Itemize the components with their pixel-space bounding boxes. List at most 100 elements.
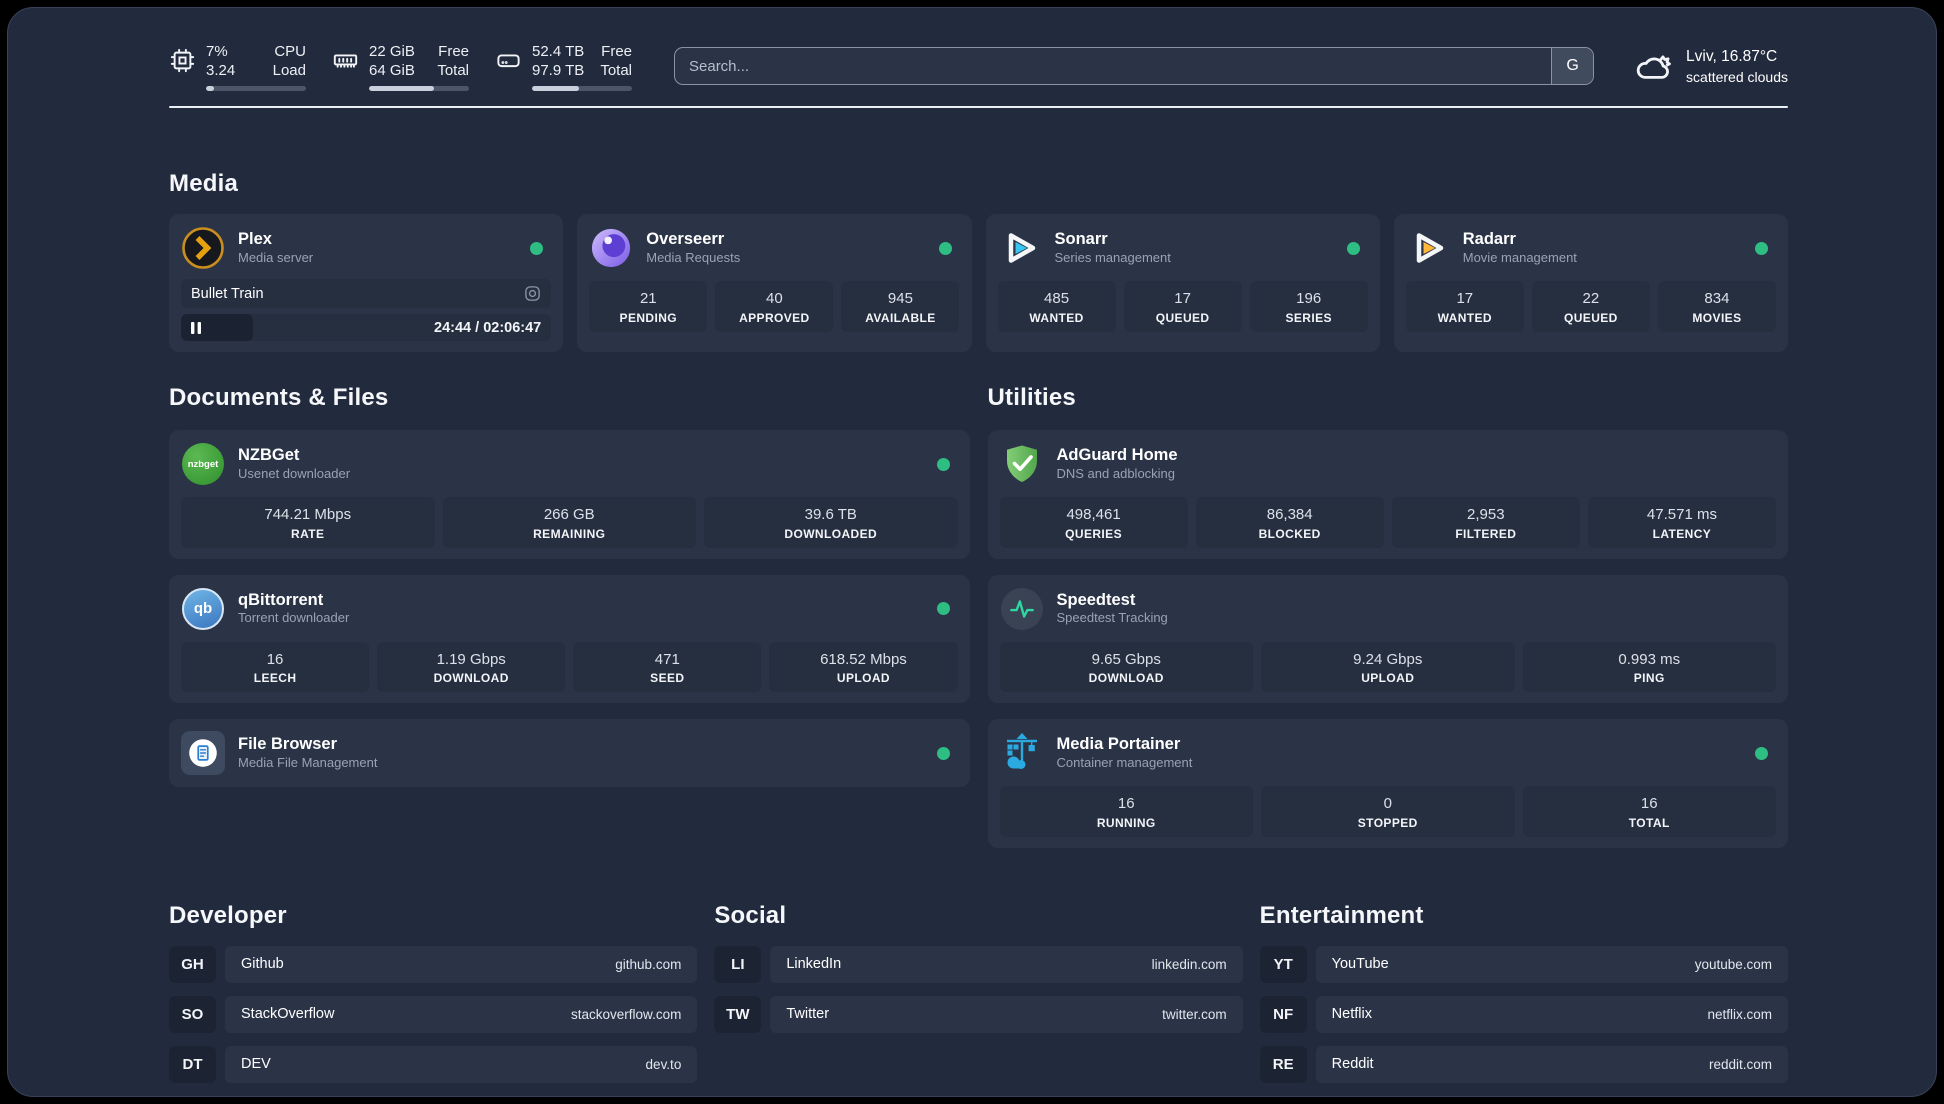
stat-value: 9.65 Gbps [1091, 650, 1161, 668]
adguard-logo [1000, 442, 1044, 486]
stat-box: 266 GB REMAINING [442, 497, 696, 548]
app-subtitle: Media Requests [646, 249, 741, 265]
link-twitter[interactable]: TW Twitter twitter.com [714, 995, 1243, 1033]
status-indicator [938, 241, 952, 255]
link-dev[interactable]: DT DEV dev.to [169, 1045, 698, 1083]
weather-condition: scattered clouds [1686, 68, 1788, 85]
link-name: Twitter [786, 1006, 830, 1022]
portainer-logo [1000, 731, 1044, 775]
plex-card[interactable]: Plex Media server Bullet Train 24:44 / 0… [169, 214, 564, 352]
section-title-developer: Developer [169, 901, 287, 929]
stat-box: 9.24 Gbps UPLOAD [1261, 641, 1515, 692]
stat-label: STOPPED [1357, 815, 1418, 830]
radarr-logo [1406, 226, 1450, 270]
stat-value: 9.24 Gbps [1353, 650, 1423, 668]
stat-box: 498,461 QUERIES [999, 497, 1188, 548]
disk-icon [497, 53, 520, 67]
stat-box: 16 RUNNING [999, 786, 1253, 837]
adguard-card[interactable]: AdGuard Home DNS and adblocking 498,461 Q… [987, 430, 1788, 559]
section-title-media: Media [169, 170, 239, 197]
section-title-documents: Documents & Files [169, 384, 389, 411]
stat-box: 22 QUEUED [1531, 281, 1650, 332]
stat-label: QUEUED [1155, 310, 1210, 325]
overseerr-card[interactable]: Overseerr Media Requests 21 PENDING 40 APP… [577, 214, 972, 352]
app-title: Speedtest [1056, 590, 1136, 609]
stat-box: 2,953 FILTERED [1391, 497, 1580, 548]
disk-progress-bar [532, 85, 632, 91]
stat-value: 266 GB [543, 506, 595, 523]
link-domain: dev.to [645, 1056, 682, 1072]
filebrowser-card[interactable]: File Browser Media File Management [169, 719, 970, 787]
sonarr-card[interactable]: Sonarr Series management 485 WANTED 17 QUE… [985, 214, 1380, 352]
stat-label: QUEUED [1563, 310, 1618, 325]
stat-box: 618.52 Mbps UPLOAD [769, 641, 958, 692]
stat-label: DOWNLOADED [784, 526, 878, 541]
portainer-card[interactable]: Media Portainer Container management 16 R… [987, 719, 1788, 848]
stat-box: 86,384 BLOCKED [1195, 497, 1384, 548]
status-indicator [1755, 241, 1768, 255]
cpu-usage-label: CPU [274, 42, 306, 60]
app-subtitle: Series management [1054, 249, 1171, 265]
link-domain: linkedin.com [1151, 956, 1227, 972]
cpu-icon [170, 48, 195, 72]
status-indicator [936, 746, 950, 760]
app-title: AdGuard Home [1056, 446, 1178, 465]
stat-box: 40 APPROVED [715, 281, 834, 332]
nzbget-card[interactable]: nzbget NZBGet Usenet downloader 744.21 M… [169, 430, 970, 559]
memory-progress-bar [369, 85, 469, 91]
stat-label: RATE [291, 526, 325, 541]
stat-value: 21 [639, 290, 657, 307]
stat-label: PING [1633, 671, 1665, 685]
search-engine-button[interactable]: G [1551, 48, 1594, 84]
pause-icon[interactable] [191, 321, 201, 334]
stat-value: 744.21 Mbps [264, 506, 352, 523]
stat-box: 485 WANTED [997, 281, 1116, 332]
memory-total-value: 64 GiB [369, 62, 415, 79]
stat-box: 9.65 Gbps DOWNLOAD [999, 641, 1253, 692]
link-abbr: TW [714, 995, 762, 1033]
app-title: qBittorrent [238, 590, 324, 609]
link-domain: stackoverflow.com [571, 1006, 682, 1022]
stat-box: 39.6 TB DOWNLOADED [704, 497, 958, 548]
link-netflix[interactable]: NF Netflix netflix.com [1259, 995, 1788, 1033]
stat-value: 618.52 Mbps [820, 650, 907, 668]
link-domain: twitter.com [1162, 1006, 1227, 1022]
stat-label: SEED [650, 671, 685, 685]
memory-total-label: Total [437, 62, 469, 79]
radarr-card[interactable]: Radarr Movie management 17 WANTED 22 QUEUE… [1393, 214, 1788, 352]
stat-box: 16 LEECH [181, 641, 370, 692]
link-abbr: SO [169, 995, 216, 1033]
link-reddit[interactable]: RE Reddit reddit.com [1259, 1045, 1788, 1083]
stat-box: 17 QUEUED [1123, 281, 1242, 332]
stat-box: 744.21 Mbps RATE [181, 497, 435, 548]
stat-label: UPLOAD [1361, 671, 1415, 685]
stat-box: 834 MOVIES [1657, 281, 1776, 332]
stat-box: 47.571 ms LATENCY [1587, 497, 1776, 548]
qbittorrent-card[interactable]: qb qBittorrent Torrent downloader 16 LEEC… [169, 574, 970, 703]
ram-icon [333, 53, 358, 68]
sonarr-logo [998, 226, 1042, 270]
cpu-progress-bar [206, 85, 306, 91]
stat-value: 1.19 Gbps [436, 650, 506, 668]
app-title: Media Portainer [1056, 735, 1181, 754]
app-subtitle: Container management [1056, 754, 1193, 770]
app-title: Overseerr [646, 230, 725, 249]
link-linkedin[interactable]: LI LinkedIn linkedin.com [714, 945, 1243, 983]
player-progress-bar[interactable]: 24:44 / 02:06:47 [181, 314, 552, 341]
stat-value: 2,953 [1467, 506, 1505, 523]
link-youtube[interactable]: YT YouTube youtube.com [1259, 945, 1788, 983]
link-abbr: DT [169, 1045, 216, 1083]
stat-box: 21 PENDING [589, 281, 708, 332]
speedtest-card[interactable]: Speedtest Speedtest Tracking 9.65 Gbps DO… [987, 574, 1788, 703]
overseerr-logo [589, 226, 633, 270]
now-playing-title: Bullet Train [191, 285, 264, 302]
search-input[interactable] [675, 48, 1594, 84]
section-title-utilities: Utilities [987, 384, 1076, 411]
link-name: LinkedIn [786, 956, 842, 972]
link-stackoverflow[interactable]: SO StackOverflow stackoverflow.com [169, 995, 698, 1033]
stat-box: 16 TOTAL [1522, 786, 1776, 837]
plex-logo [181, 226, 225, 270]
stat-value: 17 [1174, 290, 1191, 307]
link-github[interactable]: GH Github github.com [169, 945, 698, 983]
weather-widget: Lviv, 16.87°C scattered clouds [1632, 45, 1788, 87]
